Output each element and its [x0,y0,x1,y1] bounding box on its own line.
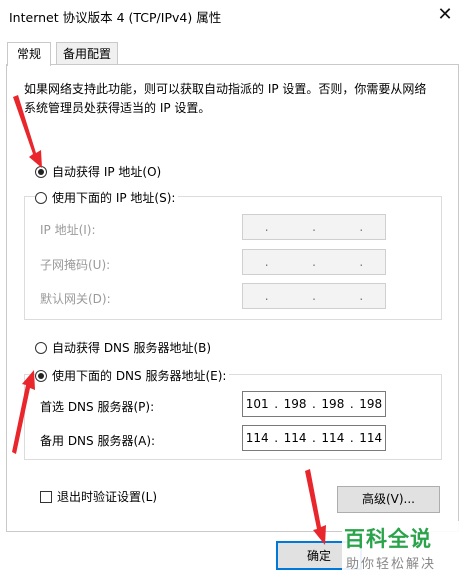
watermark-title: 百科全说 [344,527,432,551]
arrow-to-ok-icon [305,469,326,545]
annotation-arrows [12,95,326,545]
tab-general[interactable]: 常规 [7,42,51,66]
watermark-subtitle: 助你轻松解决 [346,557,437,572]
arrow-to-ip-auto-icon [13,95,42,168]
arrow-to-dns-manual-icon [12,370,35,454]
